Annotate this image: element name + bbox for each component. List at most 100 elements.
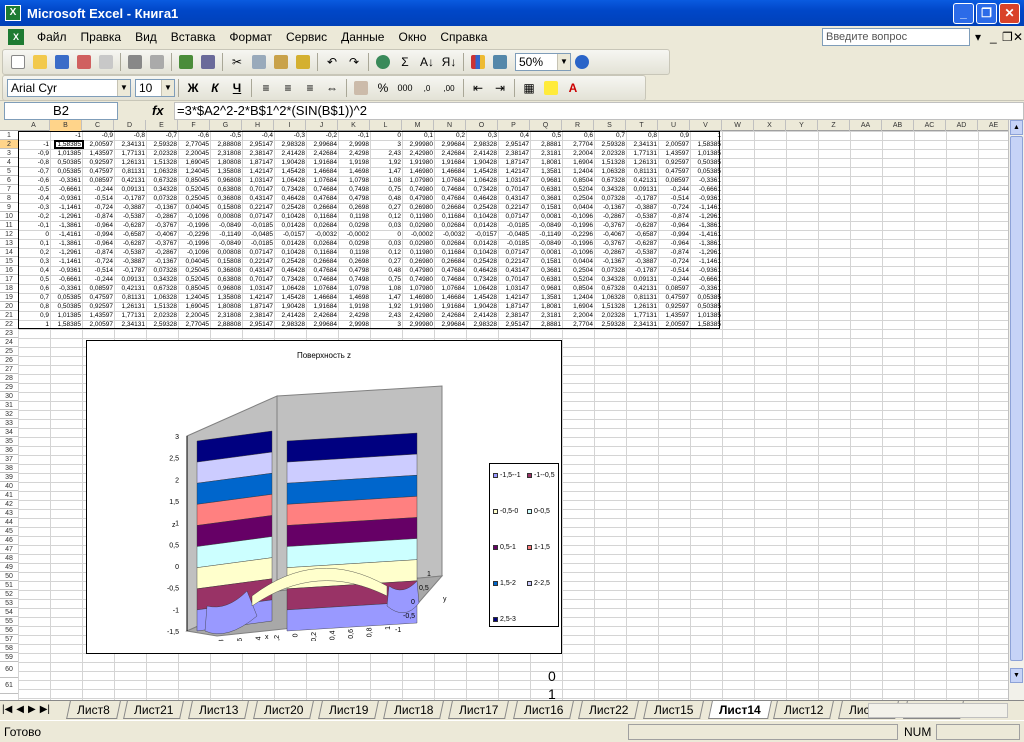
cell[interactable]: 1,58385 — [690, 140, 722, 149]
cell[interactable]: 0,04045 — [178, 203, 210, 212]
cell[interactable]: 1,3581 — [530, 293, 562, 302]
menu-window[interactable]: Окно — [391, 27, 433, 47]
row-header-13[interactable]: 13 — [0, 239, 18, 248]
cell[interactable]: 0,75 — [370, 185, 402, 194]
cell[interactable]: 0,70147 — [242, 185, 274, 194]
cell[interactable]: 1,06328 — [146, 167, 178, 176]
row-header-9[interactable]: 9 — [0, 203, 18, 212]
menu-file[interactable]: Файл — [30, 27, 74, 47]
cell[interactable]: -0,9 — [18, 149, 50, 158]
cell[interactable]: -0,1367 — [594, 203, 626, 212]
legend-entry[interactable]: -1,5--1 — [493, 472, 521, 479]
cell[interactable]: -0,0849 — [530, 239, 562, 248]
cell[interactable]: 2,7704 — [562, 140, 594, 149]
cell[interactable]: 2,99684 — [434, 320, 466, 329]
cell[interactable]: -0,5387 — [114, 212, 146, 221]
cell[interactable]: 0,52045 — [178, 185, 210, 194]
cell[interactable]: 1,58385 — [50, 320, 82, 329]
cell[interactable]: 0,1 — [402, 131, 434, 140]
cell[interactable]: 0,52045 — [178, 275, 210, 284]
print-preview-icon[interactable] — [146, 52, 168, 72]
menu-view[interactable]: Вид — [128, 27, 164, 47]
cell[interactable]: -0,9361 — [50, 266, 82, 275]
cell[interactable]: 0,81131 — [626, 293, 658, 302]
cell[interactable]: 0,34328 — [146, 275, 178, 284]
cell[interactable]: 1,87147 — [498, 158, 530, 167]
cell[interactable]: 2,4298 — [338, 311, 370, 320]
cell[interactable]: 1,77131 — [626, 149, 658, 158]
permission-icon[interactable] — [73, 52, 95, 72]
cell[interactable]: 0,6381 — [530, 185, 562, 194]
cell[interactable]: 2,38147 — [242, 149, 274, 158]
cell[interactable]: 1,45428 — [466, 167, 498, 176]
decrease-decimal-icon[interactable]: ,00 — [438, 78, 460, 98]
cell[interactable]: 1,91980 — [402, 158, 434, 167]
cell[interactable]: 1,46684 — [306, 293, 338, 302]
cell[interactable]: 2,31808 — [210, 311, 242, 320]
cell[interactable]: 0,08597 — [82, 284, 114, 293]
cell[interactable]: -0,3361 — [690, 176, 722, 185]
cell[interactable]: 0,07328 — [146, 266, 178, 275]
cell[interactable]: 0,26684 — [434, 203, 466, 212]
cell[interactable]: -0,724 — [82, 257, 114, 266]
cell[interactable]: 0,36808 — [210, 194, 242, 203]
cell[interactable]: 0,67328 — [594, 176, 626, 185]
sheet-tab[interactable]: Лист8 — [66, 701, 121, 719]
cell[interactable]: 0,07147 — [498, 212, 530, 221]
row-header-49[interactable]: 49 — [0, 563, 18, 572]
cell[interactable]: 2,59328 — [146, 140, 178, 149]
cell[interactable]: -0,6287 — [114, 221, 146, 230]
cell[interactable]: -0,0849 — [210, 239, 242, 248]
cell[interactable]: 0 — [370, 131, 402, 140]
cell[interactable]: 0,48 — [370, 194, 402, 203]
cell[interactable]: 0,46428 — [466, 194, 498, 203]
cell[interactable]: -0,1367 — [146, 257, 178, 266]
cell[interactable]: 1,51328 — [594, 302, 626, 311]
cell[interactable]: 1,47 — [370, 293, 402, 302]
cell[interactable]: -0,1996 — [178, 239, 210, 248]
legend-entry[interactable]: 0-0,5 — [527, 508, 550, 515]
cell[interactable]: 0,42131 — [114, 284, 146, 293]
cell[interactable]: -0,1367 — [146, 203, 178, 212]
paste-icon[interactable] — [270, 52, 292, 72]
cell[interactable]: 1,45428 — [466, 293, 498, 302]
cell[interactable]: 0,11684 — [306, 212, 338, 221]
cell[interactable]: -0,514 — [658, 266, 690, 275]
cell[interactable]: 0,02684 — [434, 239, 466, 248]
cell[interactable]: 2,95147 — [242, 140, 274, 149]
column-header-C[interactable]: C — [82, 120, 114, 131]
cell[interactable]: 1,45428 — [274, 293, 306, 302]
cell[interactable]: 0,47597 — [658, 167, 690, 176]
font-select[interactable]: Arial Cyr ▼ — [7, 79, 131, 97]
cell[interactable]: 0,9 — [658, 131, 690, 140]
row-header-32[interactable]: 32 — [0, 410, 18, 419]
cell[interactable]: 1,07980 — [402, 284, 434, 293]
row-header-44[interactable]: 44 — [0, 518, 18, 527]
cell[interactable]: 1,69045 — [178, 302, 210, 311]
cell[interactable]: 0,48 — [370, 266, 402, 275]
cell[interactable]: 1,07684 — [306, 284, 338, 293]
cell[interactable]: -0,874 — [658, 212, 690, 221]
last-sheet-icon[interactable]: ▶| — [40, 704, 50, 715]
row-header-24[interactable]: 24 — [0, 338, 18, 347]
cell[interactable]: -0,3 — [18, 203, 50, 212]
cell[interactable]: 0,26684 — [306, 257, 338, 266]
cell[interactable]: 0,07147 — [242, 248, 274, 257]
cell[interactable]: -0,724 — [82, 203, 114, 212]
cell[interactable]: 1,07684 — [434, 176, 466, 185]
row-header-55[interactable]: 55 — [0, 617, 18, 626]
cell[interactable]: 0,10428 — [466, 212, 498, 221]
column-header-O[interactable]: O — [466, 120, 498, 131]
row-header-40[interactable]: 40 — [0, 482, 18, 491]
cell[interactable]: 0,74684 — [306, 185, 338, 194]
column-header-P[interactable]: P — [498, 120, 530, 131]
row-header-23[interactable]: 23 — [0, 329, 18, 338]
cell[interactable]: 1,91684 — [306, 302, 338, 311]
cell[interactable]: 0,67328 — [146, 284, 178, 293]
cell[interactable]: 0,7 — [594, 131, 626, 140]
row-header-42[interactable]: 42 — [0, 500, 18, 509]
cell[interactable]: 1,46980 — [402, 167, 434, 176]
cell[interactable]: 1,91684 — [434, 158, 466, 167]
cell[interactable]: 1,51328 — [594, 158, 626, 167]
row-header-28[interactable]: 28 — [0, 374, 18, 383]
